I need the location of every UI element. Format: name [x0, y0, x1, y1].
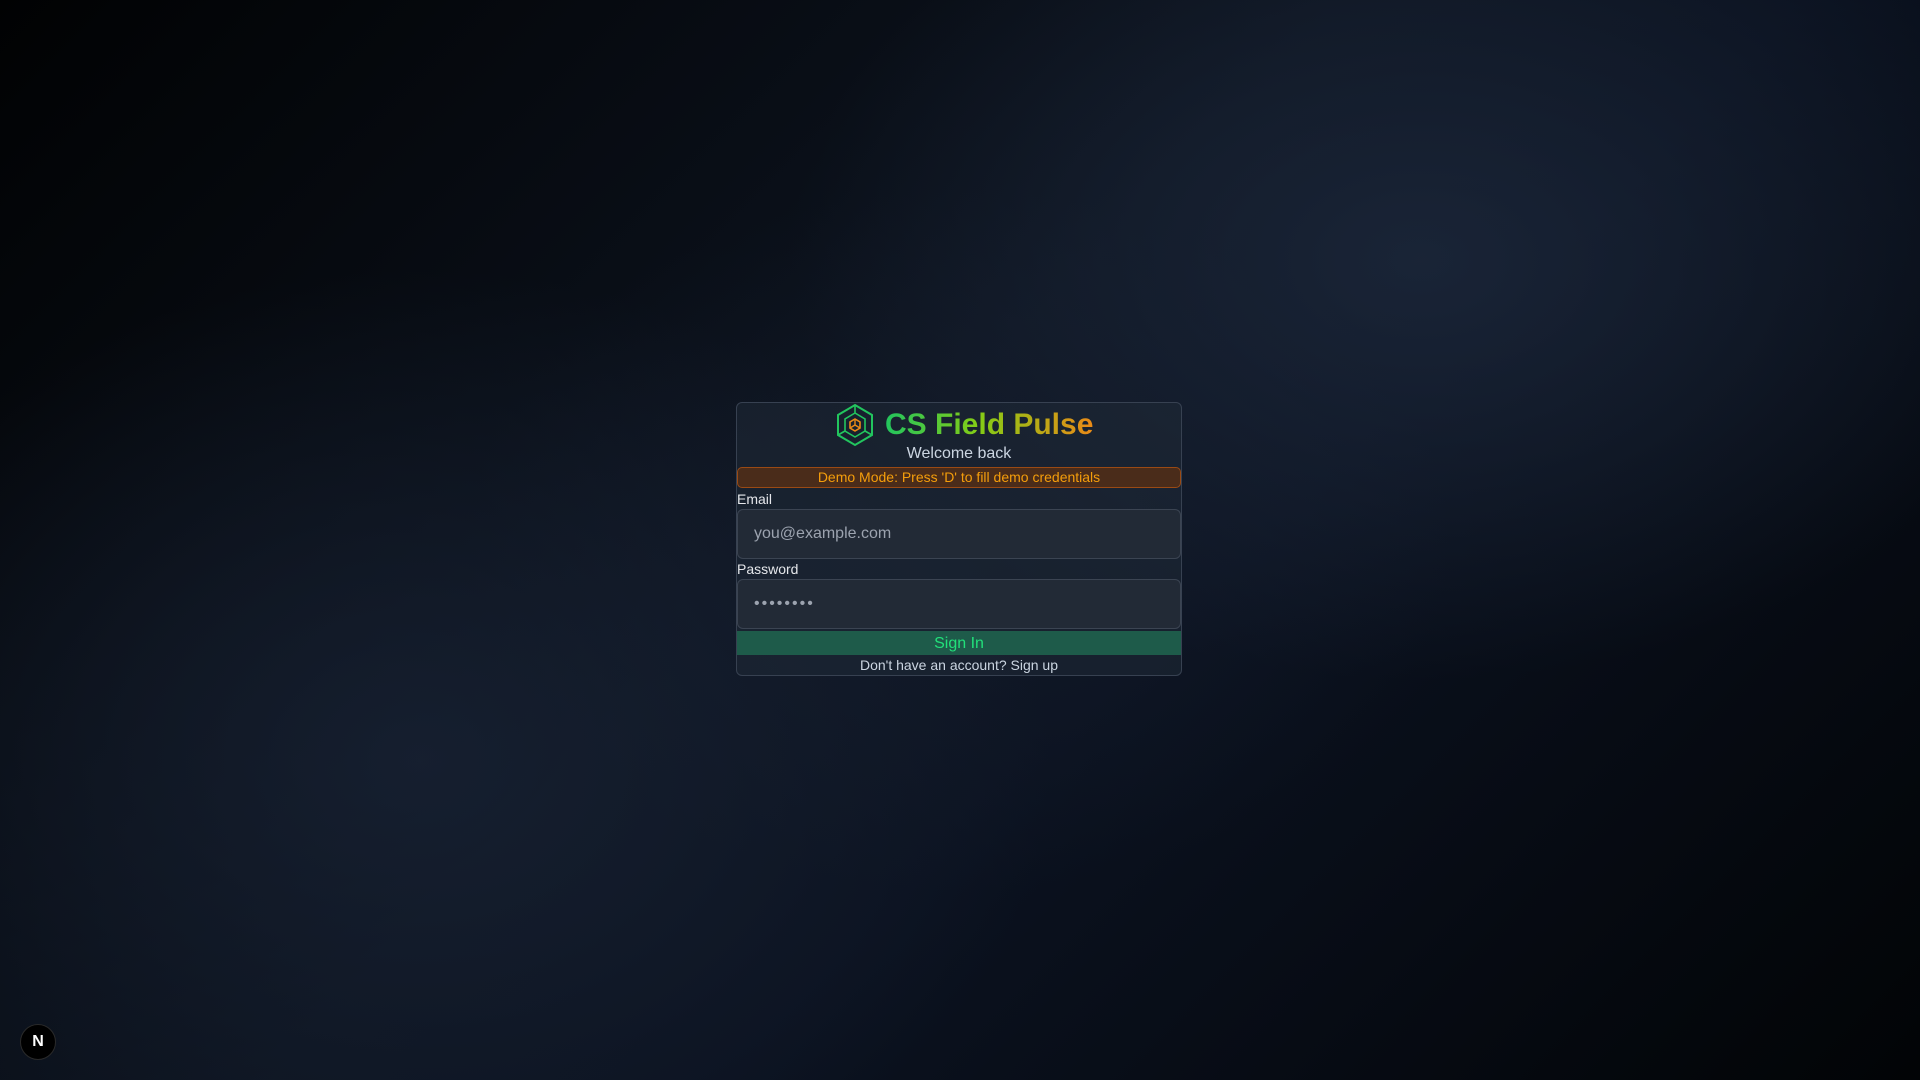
- password-field[interactable]: [737, 579, 1181, 629]
- login-card: CS Field Pulse Welcome back Demo Mode: P…: [736, 402, 1182, 676]
- signup-link[interactable]: Don't have an account? Sign up: [737, 657, 1181, 673]
- brand-header: CS Field Pulse: [833, 403, 1093, 447]
- app-title: CS Field Pulse: [885, 408, 1094, 441]
- password-label: Password: [737, 561, 799, 577]
- dev-badge-letter: N: [32, 1033, 44, 1050]
- sign-in-button[interactable]: Sign In: [737, 631, 1181, 655]
- welcome-subtitle: Welcome back: [906, 445, 1012, 462]
- email-label: Email: [737, 491, 773, 507]
- email-field[interactable]: [737, 509, 1181, 559]
- hexagon-cube-icon: [833, 403, 877, 447]
- nextjs-devtools-icon[interactable]: N: [20, 1024, 56, 1060]
- demo-mode-banner: Demo Mode: Press 'D' to fill demo creden…: [737, 467, 1181, 488]
